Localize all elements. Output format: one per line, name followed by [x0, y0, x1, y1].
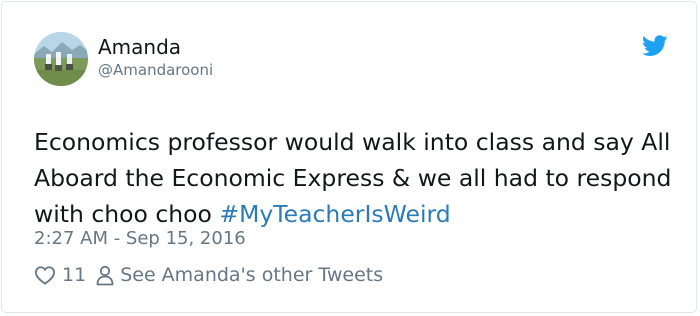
heart-icon[interactable]: [34, 265, 56, 285]
person-icon[interactable]: [96, 264, 114, 286]
tweet-text: Economics professor would walk into clas…: [34, 124, 674, 232]
tweet-card: Amanda @Amandarooni Economics professor …: [1, 1, 697, 313]
avatar[interactable]: [34, 32, 88, 86]
avatar-image: [34, 32, 88, 86]
author-handle[interactable]: @Amandarooni: [98, 60, 213, 80]
twitter-bird-icon[interactable]: [641, 35, 668, 57]
see-other-tweets-link[interactable]: See Amanda's other Tweets: [120, 264, 383, 286]
tweet-actions: 11 See Amanda's other Tweets: [34, 262, 383, 288]
hashtag-link[interactable]: #MyTeacherIsWeird: [219, 200, 450, 228]
author-display-name[interactable]: Amanda: [98, 35, 181, 59]
like-count[interactable]: 11: [62, 264, 86, 286]
tweet-timestamp[interactable]: 2:27 AM - Sep 15, 2016: [34, 227, 246, 251]
